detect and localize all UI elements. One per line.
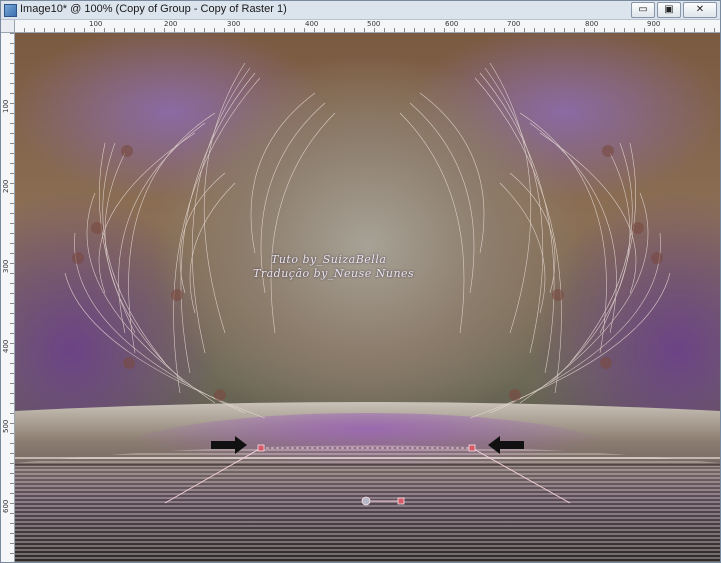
floor-plane xyxy=(15,402,720,562)
image-document-icon xyxy=(4,4,17,17)
ruler-tick-label: 200 xyxy=(2,179,10,193)
ruler-tick-label: 600 xyxy=(445,20,459,28)
ruler-tick-label: 900 xyxy=(647,20,661,28)
ruler-tick-label: 200 xyxy=(164,20,178,28)
ruler-tick-label: 100 xyxy=(89,20,103,28)
ruler-tick-label: 400 xyxy=(2,339,10,353)
ruler-tick-label: 600 xyxy=(2,499,10,513)
rotation-pivot[interactable] xyxy=(361,496,371,506)
vertical-ruler[interactable]: 100 200 300 400 500 600 xyxy=(1,33,15,562)
restore-button[interactable]: ▣ xyxy=(657,2,681,18)
rotation-handle[interactable] xyxy=(397,497,405,505)
ruler-tick-label: 700 xyxy=(507,20,521,28)
canvas-artwork xyxy=(15,62,720,562)
title-bar[interactable]: Image10* @ 100% (Copy of Group - Copy of… xyxy=(1,1,720,20)
ruler-tick-label: 400 xyxy=(305,20,319,28)
perspective-node-right[interactable] xyxy=(468,444,476,452)
ruler-tick-label: 800 xyxy=(585,20,599,28)
spirograph-arch-right xyxy=(399,62,671,419)
ruler-tick-label: 100 xyxy=(2,99,10,113)
watermark-text: Tuto by_SuizaBella Tradução by_Neuse Nun… xyxy=(253,253,414,281)
spirograph-arch-left xyxy=(64,62,336,419)
perspective-node-left[interactable] xyxy=(257,444,265,452)
image-window: Image10* @ 100% (Copy of Group - Copy of… xyxy=(0,0,721,563)
ruler-corner xyxy=(1,20,15,33)
ruler-tick-label: 300 xyxy=(227,20,241,28)
ruler-tick-label: 500 xyxy=(2,419,10,433)
watermark-line-1: Tuto by_SuizaBella xyxy=(271,253,387,266)
ruler-tick-label: 300 xyxy=(2,259,10,273)
image-canvas[interactable]: Tuto by_SuizaBella Tradução by_Neuse Nun… xyxy=(15,33,720,562)
minimize-button[interactable]: ▭ xyxy=(631,2,655,18)
horizontal-ruler[interactable]: 100 200 300 400 500 600 700 800 900 xyxy=(15,20,720,33)
ruler-tick-label: 500 xyxy=(367,20,381,28)
window-controls: ▭ ▣ ✕ xyxy=(631,2,717,18)
window-title: Image10* @ 100% (Copy of Group - Copy of… xyxy=(20,3,287,15)
watermark-line-2: Tradução by_Neuse Nunes xyxy=(253,267,415,280)
close-button[interactable]: ✕ xyxy=(683,2,717,18)
